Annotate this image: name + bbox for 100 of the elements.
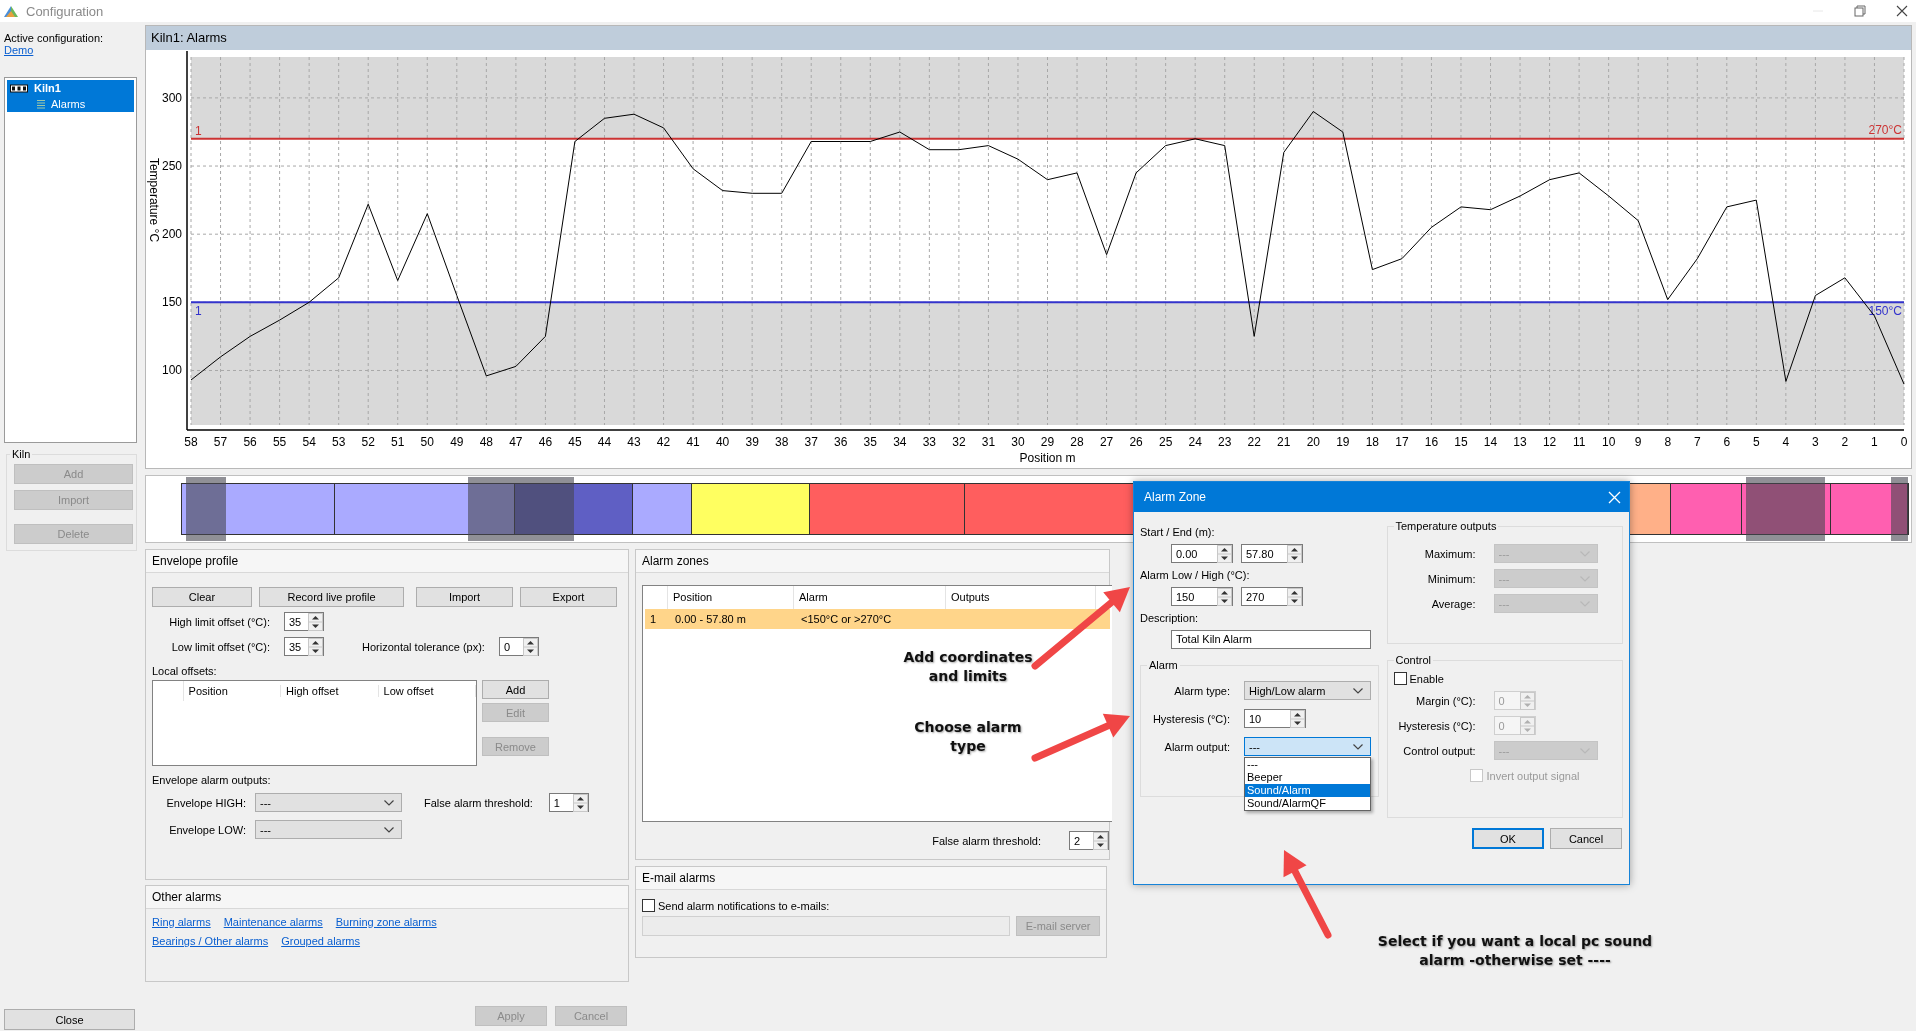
- dropdown-option[interactable]: ---: [1245, 758, 1370, 771]
- axis-tick-label: 37: [804, 435, 818, 449]
- axis-tick-label: 39: [745, 435, 759, 449]
- number-field[interactable]: 150: [1171, 587, 1233, 606]
- spinner-arrows-icon: [308, 612, 323, 631]
- axis-tick-label: 40: [715, 435, 730, 449]
- dropdown[interactable]: ---: [255, 820, 402, 839]
- axis-tick-label: 5: [1753, 435, 1760, 449]
- field-label: Hysteresis (°C):: [1151, 712, 1230, 725]
- chevron-icon: [1353, 687, 1363, 694]
- axis-tick-label: 100: [161, 363, 182, 378]
- axis-tick-label: 7: [1693, 435, 1701, 449]
- alarm-link[interactable]: Ring alarms: [152, 916, 211, 928]
- number-field[interactable]: 0: [498, 637, 539, 656]
- panel-title: E-mail alarms: [636, 867, 1106, 890]
- group-title: Temperature outputs: [1394, 520, 1498, 532]
- import-button[interactable]: Import: [416, 587, 513, 607]
- limit-marker: 1: [195, 123, 202, 138]
- axis-tick-label: 57: [213, 435, 228, 449]
- axis-tick-label: 47: [509, 435, 523, 449]
- axis-tick-label: 4: [1782, 435, 1790, 449]
- chart-title: Kiln1: Alarms: [146, 26, 1911, 50]
- ok-button[interactable]: OK: [1472, 828, 1544, 849]
- zone-segment[interactable]: [691, 484, 811, 534]
- alarm-link[interactable]: Bearings / Other alarms: [152, 935, 269, 947]
- field-label: Horizontal tolerance (px):: [362, 640, 485, 653]
- number-field[interactable]: 270: [1241, 587, 1303, 606]
- config-link[interactable]: Demo: [4, 44, 34, 56]
- zone-segment[interactable]: [1830, 484, 1908, 534]
- axis-tick-label: 23: [1218, 435, 1232, 449]
- alarm-link[interactable]: Maintenance alarms: [223, 916, 323, 928]
- alarm-link[interactable]: Burning zone alarms: [335, 916, 437, 928]
- field-label: Margin (°C):: [1415, 694, 1476, 707]
- dropdown[interactable]: ---: [1244, 737, 1371, 756]
- column-header: High offset: [281, 685, 379, 697]
- spinner-arrows-icon: [1287, 587, 1302, 606]
- axis-tick-label: 42: [656, 435, 671, 449]
- number-field[interactable]: 57.80: [1241, 544, 1303, 563]
- axis-tick-label: 150: [161, 295, 182, 310]
- zone-segment[interactable]: [1741, 484, 1831, 534]
- number-field[interactable]: 35: [284, 612, 324, 631]
- axis-tick-label: 24: [1188, 435, 1202, 449]
- axis-title: Position m: [1019, 451, 1076, 465]
- axis-tick-label: 13: [1513, 435, 1527, 449]
- number-field[interactable]: 10: [1244, 709, 1306, 728]
- field-label: Start / End (m):: [1140, 526, 1216, 538]
- zone-segment[interactable]: [632, 484, 692, 534]
- field-label: High limit offset (°C):: [168, 615, 271, 628]
- text-field[interactable]: Total Kiln Alarm: [1171, 630, 1371, 649]
- axis-tick-label: 300: [161, 90, 182, 105]
- number-field[interactable]: 1: [548, 793, 589, 812]
- tree-item[interactable]: Kiln1: [7, 80, 134, 96]
- axis-tick-label: 51: [391, 435, 405, 449]
- chevron-icon: [384, 826, 394, 833]
- axis-tick-label: 44: [597, 435, 612, 449]
- axis-tick-label: 29: [1040, 435, 1055, 449]
- axis-tick-label: 55: [272, 435, 287, 449]
- chevron-icon: [384, 799, 394, 806]
- panel-title: Other alarms: [146, 886, 628, 909]
- axis-tick-label: 26: [1129, 435, 1143, 449]
- axis-tick-label: 14: [1483, 435, 1498, 449]
- number-field[interactable]: 0.00: [1171, 544, 1233, 563]
- field-label: False alarm threshold:: [932, 834, 1041, 847]
- alarm-link[interactable]: Grouped alarms: [281, 935, 361, 947]
- callout-text: Choose alarm type: [913, 718, 1023, 756]
- dropdown[interactable]: High/Low alarm: [1244, 681, 1371, 700]
- config-label: Active configuration:: [4, 32, 105, 44]
- number-field[interactable]: 35: [284, 637, 324, 656]
- chevron-icon: [1353, 743, 1363, 750]
- field-label: Control output:: [1402, 744, 1476, 757]
- add-button[interactable]: Add: [482, 680, 549, 699]
- zone-segment[interactable]: [1670, 484, 1742, 534]
- export-button[interactable]: Export: [520, 587, 617, 607]
- dropdown-option[interactable]: Beeper: [1245, 771, 1370, 784]
- number-field[interactable]: 2: [1069, 831, 1109, 850]
- close-button[interactable]: Close: [4, 1009, 135, 1030]
- tree-item[interactable]: Alarms: [7, 96, 134, 112]
- axis-tick-label: 38: [775, 435, 789, 449]
- limit-marker: 1: [195, 304, 202, 319]
- dropdown-option[interactable]: Sound/AlarmQF: [1245, 797, 1370, 810]
- checkbox[interactable]: [642, 899, 655, 912]
- field-label: Alarm Low / High (°C):: [1140, 569, 1251, 581]
- checkbox[interactable]: [1393, 672, 1407, 685]
- axis-tick-label: 56: [243, 435, 257, 449]
- callout-text: Select if you want a local pc sound alarm -otherwise set ----: [1376, 932, 1654, 970]
- shaded-marker: [186, 477, 227, 541]
- axis-tick-label: 46: [538, 435, 553, 449]
- drum-icon: [10, 83, 28, 93]
- field-label: Envelope HIGH:: [165, 796, 247, 809]
- group-title: Kiln: [11, 448, 32, 460]
- dropdown[interactable]: ---: [255, 793, 402, 812]
- clear-button[interactable]: Clear: [152, 587, 252, 607]
- axis-tick-label: 35: [863, 435, 877, 449]
- spinner-arrows-icon: [1519, 716, 1535, 735]
- dropdown-option[interactable]: Sound/Alarm: [1245, 784, 1370, 797]
- record-button[interactable]: Record live profile: [259, 587, 404, 607]
- spinner-arrows-icon: [1287, 544, 1302, 563]
- axis-tick-label: 8: [1664, 435, 1672, 449]
- cancel-button[interactable]: Cancel: [1550, 828, 1622, 849]
- table-row[interactable]: 1 0.00 - 57.80 m <150°C or >270°C: [645, 609, 1110, 629]
